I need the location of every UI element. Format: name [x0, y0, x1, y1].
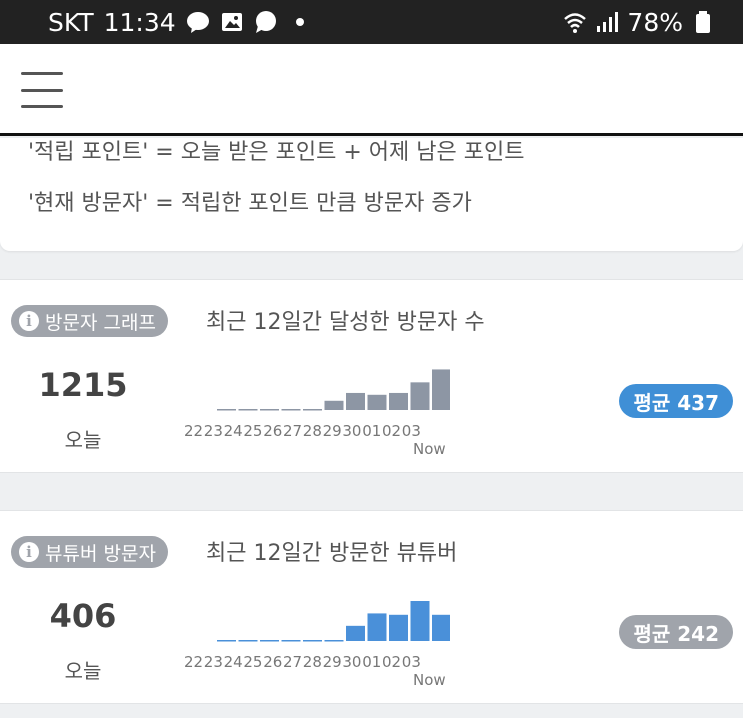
visitor-tick-22: 22 — [184, 422, 203, 440]
youtuber-bar-02 — [432, 614, 450, 641]
youtuber-bar-chart-svg: 22 23 24 25 26 27 28 29 30 01 02 03Now — [184, 601, 450, 689]
youtuber-bar-24 — [260, 640, 279, 642]
signal-icon — [597, 12, 619, 32]
youtuber-tick-01: 01 — [362, 653, 381, 671]
visitor-bar-chart: 22 23 24 25 26 27 28 29 30 01 02 03 Now — [170, 350, 450, 470]
youtuber-bar-chart: 22 23 24 25 26 27 28 29 30 01 02 03 Now — [170, 581, 450, 701]
visitor-bar-23 — [238, 409, 258, 411]
youtuber-average-badge: 평균 242 — [619, 615, 733, 649]
visitor-bar-02 — [432, 369, 450, 410]
more-notifications-icon — [295, 18, 304, 26]
youtuber-tick-26: 26 — [263, 653, 282, 671]
battery-percent: 78% — [627, 7, 683, 37]
youtuber-visitor-badge[interactable]: i 뷰튜버 방문자 — [11, 536, 168, 568]
youtuber-tick-22: 22 — [184, 653, 203, 671]
points-formula-text: '적립 포인트' = 오늘 받은 포인트 + 어제 남은 포인트 — [28, 140, 525, 165]
visitor-graph-badge[interactable]: i 방문자 그래프 — [11, 305, 168, 337]
chat-bubble-icon — [255, 11, 276, 33]
youtuber-now-label: Now — [413, 671, 446, 689]
info-icon: i — [19, 542, 39, 562]
visitor-tick-27: 27 — [283, 422, 302, 440]
youtuber-tick-25: 25 — [243, 653, 262, 671]
visitors-formula-text: '현재 방문자' = 적립한 포인트 만큼 방문자 증가 — [28, 191, 472, 216]
youtuber-visitor-section: i 뷰튜버 방문자 최근 12일간 방문한 뷰튜버 406 오늘 22 23 24 2… — [0, 510, 743, 704]
youtuber-bar-30 — [389, 614, 408, 641]
visitor-bar-01 — [410, 382, 430, 410]
youtuber-visitor-description: 최근 12일간 방문한 뷰튜버 — [206, 541, 458, 566]
kakaotalk-icon — [186, 12, 209, 33]
youtuber-bar-27 — [324, 640, 344, 642]
visitor-tick-25: 25 — [243, 422, 262, 440]
visitor-bar-25 — [281, 409, 301, 411]
info-icon: i — [19, 311, 39, 331]
visitor-tick-28: 28 — [303, 422, 322, 440]
menu-icon[interactable] — [21, 72, 63, 108]
youtuber-bar-29 — [367, 613, 387, 641]
youtuber-bar-23 — [238, 640, 258, 642]
youtuber-tick-24: 24 — [224, 653, 243, 671]
visitor-tick-29: 29 — [323, 422, 342, 440]
visitor-tick-02: 02 — [382, 422, 401, 440]
youtuber-tick-29: 29 — [323, 653, 342, 671]
today-youtuber-count: 406 — [49, 597, 117, 635]
today-visitor-count: 1215 — [38, 366, 128, 404]
youtuber-bar-28 — [346, 625, 365, 641]
today-label: 오늘 — [64, 428, 102, 452]
wifi-icon — [564, 13, 587, 33]
youtuber-tick-30: 30 — [342, 653, 361, 671]
visitor-tick-23: 23 — [204, 422, 223, 440]
youtuber-visitor-label: 뷰튜버 방문자 — [45, 542, 156, 565]
youtuber-tick-03: 03 — [402, 653, 421, 671]
visitor-graph-section: i 방문자 그래프 최근 12일간 달성한 방문자 수 1215 오늘 22 23… — [0, 279, 743, 473]
visitor-bar-29 — [367, 394, 387, 410]
visitor-bar-22 — [217, 409, 236, 411]
visitor-tick-03: 03 — [402, 422, 421, 440]
status-bar: SKT 11:34 78% — [0, 0, 743, 44]
youtuber-bar-22 — [217, 640, 236, 642]
carrier-label: SKT — [48, 7, 94, 37]
youtuber-bar-01 — [410, 601, 430, 641]
youtuber-bar-26 — [303, 640, 322, 642]
visitor-tick-26: 26 — [263, 422, 282, 440]
youtuber-tick-28: 28 — [303, 653, 322, 671]
visitor-bar-30 — [389, 392, 408, 410]
app-header — [0, 44, 743, 136]
youtuber-tick-02: 02 — [382, 653, 401, 671]
visitor-average-badge: 평균 437 — [619, 384, 733, 418]
info-card: '적립 포인트' = 오늘 받은 포인트 + 어제 남은 포인트 '현재 방문자… — [0, 138, 743, 251]
clock: 11:34 — [103, 7, 176, 37]
visitor-now-label: Now — [413, 440, 446, 458]
youtuber-bar-25 — [281, 640, 301, 642]
battery-icon — [696, 11, 710, 33]
youtuber-tick-27: 27 — [283, 653, 302, 671]
gallery-icon — [221, 13, 242, 31]
visitor-bar-28 — [346, 392, 365, 410]
visitor-graph-label: 방문자 그래프 — [45, 311, 156, 334]
visitor-tick-24: 24 — [224, 422, 243, 440]
youtuber-tick-23: 23 — [204, 653, 223, 671]
visitor-graph-description: 최근 12일간 달성한 방문자 수 — [206, 310, 485, 335]
visitor-tick-01: 01 — [362, 422, 381, 440]
visitor-bar-chart-svg: 22 23 24 25 26 27 28 29 30 01 02 03Now — [184, 369, 450, 458]
visitor-bar-26 — [303, 409, 322, 411]
today-label: 오늘 — [64, 659, 102, 683]
visitor-bar-27 — [324, 400, 344, 410]
visitor-tick-30: 30 — [342, 422, 361, 440]
visitor-bar-24 — [260, 409, 279, 411]
